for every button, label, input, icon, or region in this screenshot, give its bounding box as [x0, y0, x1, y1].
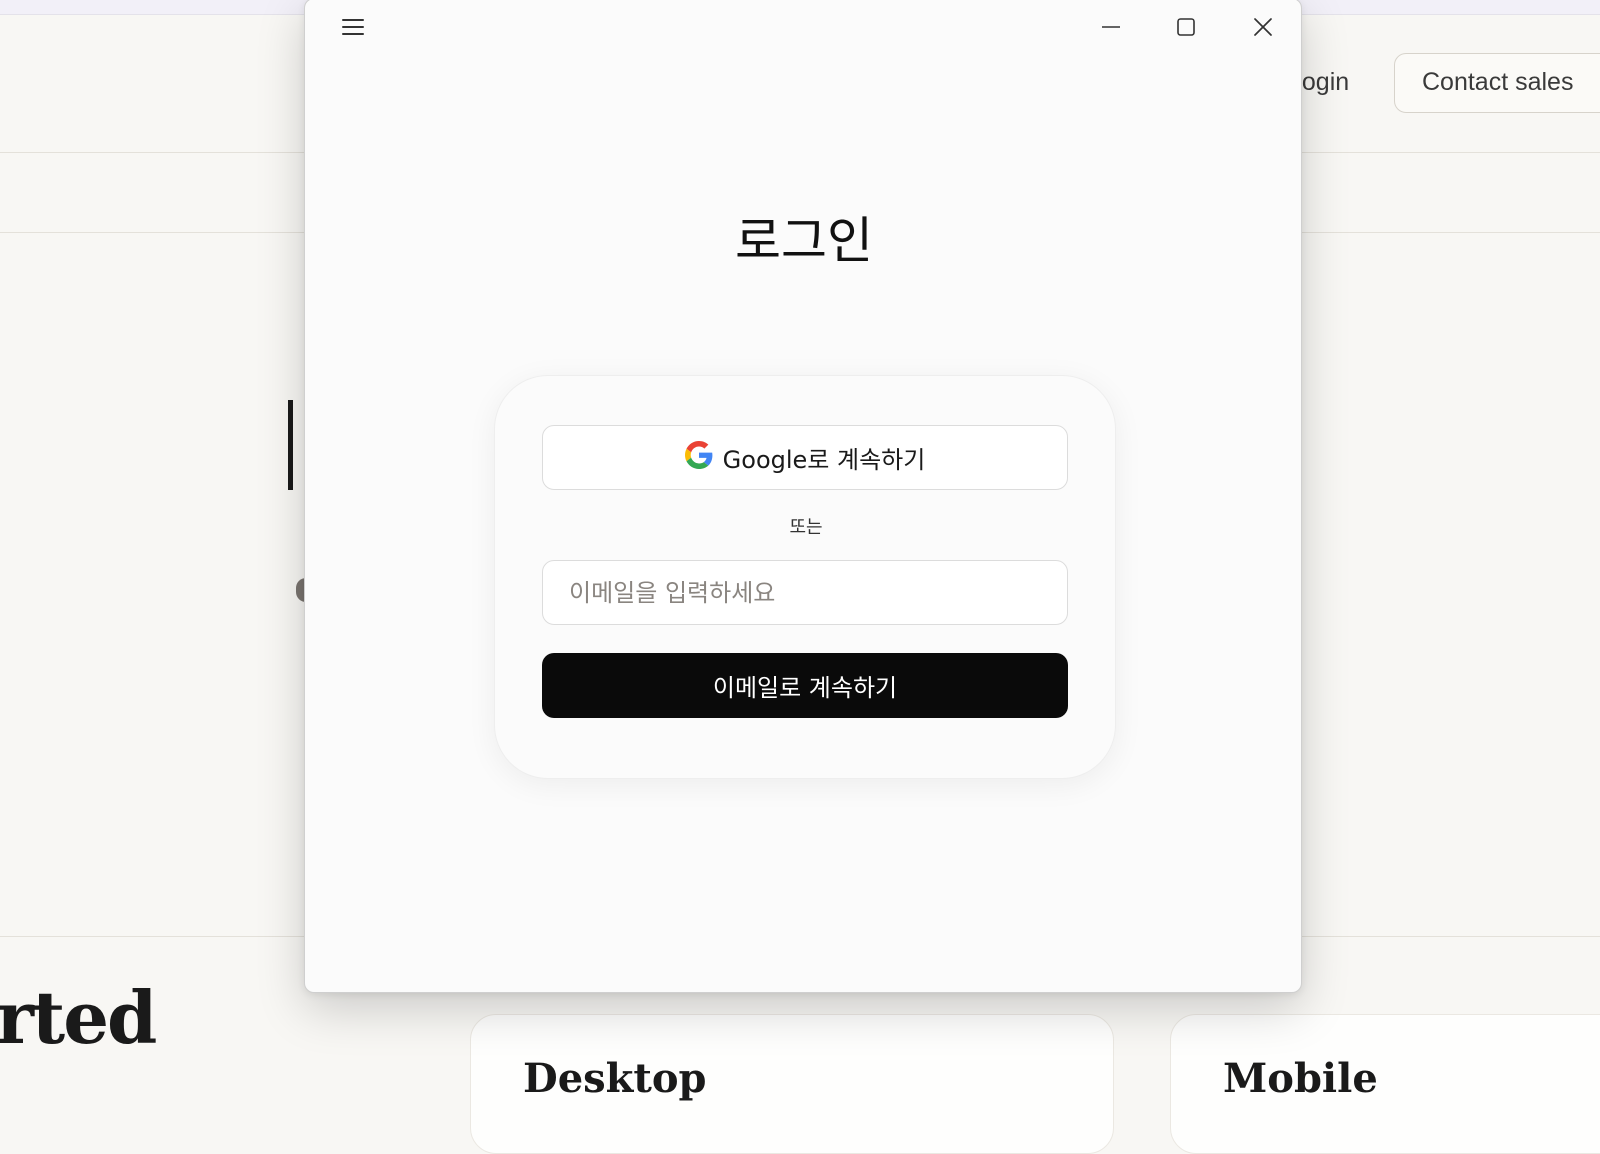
download-card-desktop[interactable]: Desktop — [470, 1014, 1114, 1154]
login-window: 로그인 Google로 계속하기 또는 이메일로 계속하기 — [304, 0, 1302, 993]
email-input[interactable] — [542, 560, 1068, 625]
heading-fragment — [288, 400, 300, 490]
contact-sales-button[interactable]: Contact sales — [1394, 53, 1600, 113]
hamburger-menu-icon[interactable] — [333, 11, 373, 43]
card-title: Mobile — [1223, 1055, 1378, 1102]
continue-with-email-button[interactable]: 이메일로 계속하기 — [542, 653, 1068, 718]
login-card: Google로 계속하기 또는 이메일로 계속하기 — [494, 375, 1116, 779]
close-icon[interactable] — [1243, 11, 1283, 43]
minimize-icon[interactable] — [1091, 11, 1131, 43]
maximize-icon[interactable] — [1166, 11, 1206, 43]
card-title: Desktop — [523, 1055, 707, 1102]
divider-text: 또는 — [789, 517, 823, 538]
google-login-label: Google로 계속하기 — [722, 446, 926, 474]
google-logo-icon — [684, 441, 713, 474]
page-title: 로그인 — [735, 212, 873, 270]
section-heading: rted — [0, 975, 157, 1060]
download-card-mobile[interactable]: Mobile — [1170, 1014, 1600, 1154]
google-login-button[interactable]: Google로 계속하기 — [542, 425, 1068, 490]
